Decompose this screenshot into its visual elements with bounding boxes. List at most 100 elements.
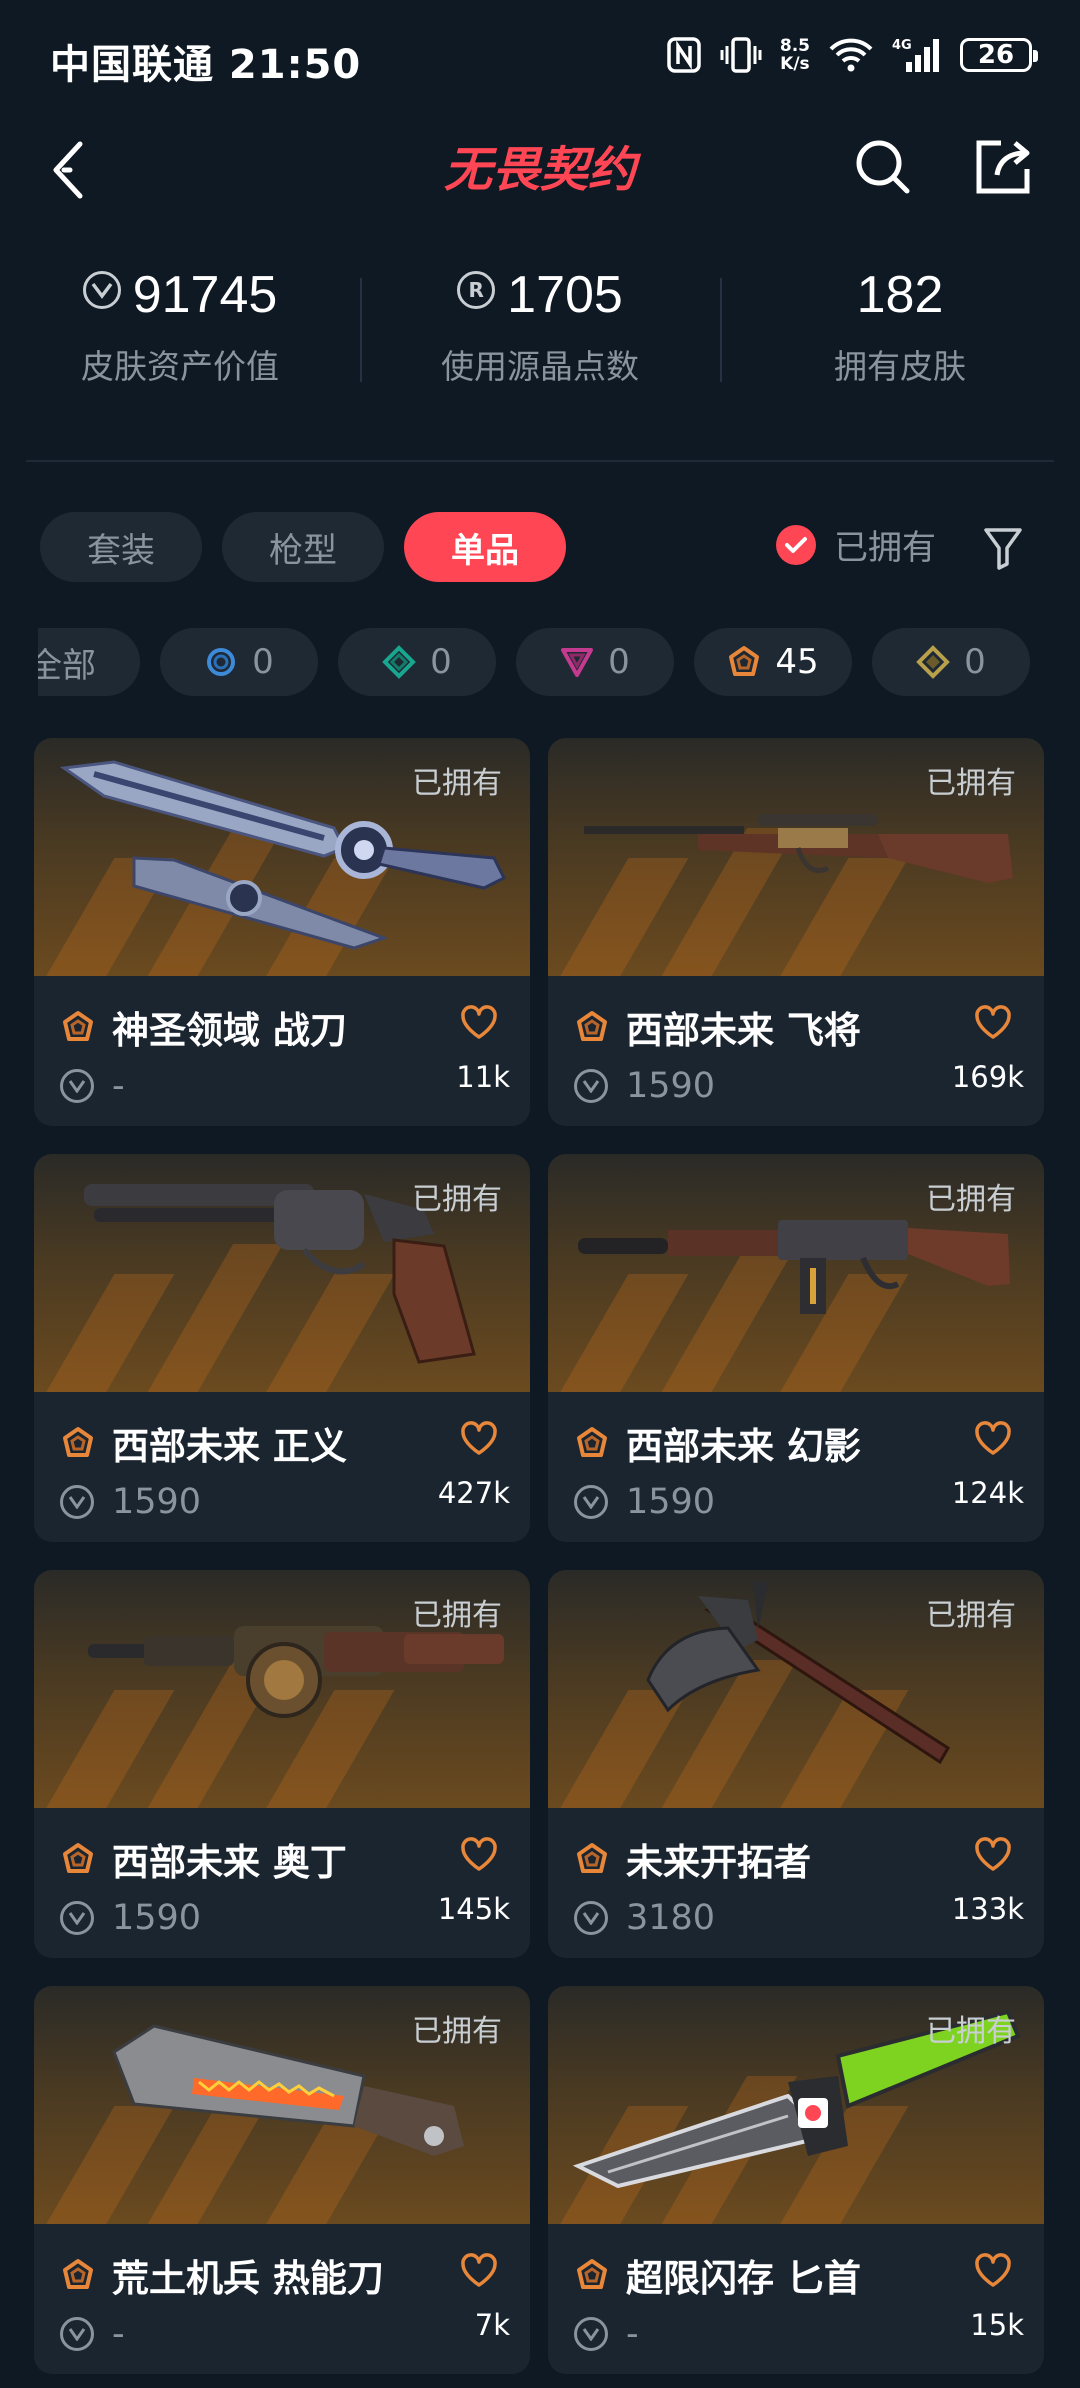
owned-tag: 已拥有: [926, 766, 1016, 801]
heart-icon: [461, 1005, 497, 1039]
deluxe-tier-icon: [382, 645, 417, 679]
stats-panel: 91745 皮肤资产价值 R 1705 使用源晶点数 182 拥有皮肤: [0, 260, 1080, 410]
stat-radianite-points: R 1705 使用源晶点数: [360, 260, 720, 410]
exclusive-tier-icon: [60, 1425, 96, 1461]
svg-text:4G: 4G: [892, 38, 912, 53]
like-count: 133k: [951, 1892, 1024, 1926]
skin-grid: 已拥有 神圣领域 战刀 - 11k 已拥有 西部未来 飞将 1590 169k …: [34, 738, 1046, 2374]
app-logo: 无畏契约: [420, 134, 660, 204]
chip-exclusive-edition[interactable]: 45: [694, 628, 852, 696]
skin-card[interactable]: 已拥有 西部未来 奥丁 1590 145k: [34, 1570, 530, 1958]
chevron-left-icon: [53, 141, 83, 199]
like-count: 169k: [951, 1060, 1024, 1094]
stat-value: 182: [856, 266, 944, 324]
skin-card[interactable]: 已拥有 神圣领域 战刀 - 11k: [34, 738, 530, 1126]
exclusive-tier-icon: [574, 1009, 610, 1045]
funnel-icon: [984, 528, 1022, 570]
tab-single-items[interactable]: 单品: [404, 512, 566, 582]
like-count: 145k: [437, 1892, 510, 1926]
skin-title: 西部未来 幻影: [626, 1425, 861, 1468]
skin-card[interactable]: 已拥有 未来开拓者 3180 133k: [548, 1570, 1044, 1958]
favorite-button[interactable]: [458, 1002, 500, 1042]
header: 无畏契约: [0, 120, 1080, 240]
vp-coin-icon: [574, 2317, 608, 2351]
skin-card[interactable]: 已拥有 西部未来 幻影 1590 124k: [548, 1154, 1044, 1542]
tab-weapon-type[interactable]: 枪型: [222, 512, 384, 582]
signal-icon: 4G: [892, 36, 942, 74]
chip-all[interactable]: 全部: [38, 628, 140, 696]
skin-price: 1590: [112, 1482, 202, 1522]
vp-coin-icon: [574, 1485, 608, 1519]
vibrate-icon: [720, 36, 762, 74]
skin-card[interactable]: 已拥有 西部未来 正义 1590 427k: [34, 1154, 530, 1542]
battery-icon: 26: [960, 38, 1038, 72]
favorite-button[interactable]: [458, 1418, 500, 1458]
owned-filter-toggle[interactable]: 已拥有: [776, 520, 936, 569]
vp-coin-icon: [60, 1901, 94, 1935]
premium-tier-icon: [560, 645, 594, 679]
skin-price: 3180: [626, 1898, 716, 1938]
skin-title: 西部未来 奥丁: [112, 1841, 347, 1884]
skin-price: -: [112, 2314, 125, 2354]
favorite-button[interactable]: [972, 1834, 1014, 1874]
exclusive-tier-icon: [574, 1425, 610, 1461]
like-count: 7k: [474, 2308, 510, 2342]
heart-icon: [461, 1837, 497, 1871]
chip-select-edition[interactable]: 0: [160, 628, 318, 696]
skin-price: 1590: [626, 1066, 716, 1106]
status-bar: 中国联通 21:50 8.5 K/s 4G 26: [0, 0, 1080, 120]
exclusive-tier-icon: [60, 1009, 96, 1045]
tab-bundles[interactable]: 套装: [40, 512, 202, 582]
vp-coin-icon: [60, 1069, 94, 1103]
category-tabs: 套装 枪型 单品: [40, 512, 566, 582]
vp-coin-icon: [574, 1901, 608, 1935]
skin-card[interactable]: 已拥有 荒土机兵 热能刀 - 7k: [34, 1986, 530, 2374]
exclusive-tier-icon: [574, 2257, 610, 2293]
chip-count: 0: [964, 642, 986, 682]
owned-tag: 已拥有: [412, 1182, 502, 1217]
battery-level: 26: [977, 40, 1015, 70]
vp-coin-icon: [60, 1485, 94, 1519]
heart-icon: [975, 1005, 1011, 1039]
heart-icon: [461, 1421, 497, 1455]
search-icon: [856, 140, 910, 194]
search-button[interactable]: [850, 132, 916, 202]
owned-tag: 已拥有: [412, 766, 502, 801]
heart-icon: [975, 2253, 1011, 2287]
heart-icon: [975, 1837, 1011, 1871]
filter-button[interactable]: [980, 520, 1026, 576]
vp-coin-icon: [60, 2317, 94, 2351]
svg-text:无畏契约: 无畏契约: [444, 142, 642, 198]
rarity-filter-chips: 全部 0 0 0 45 0: [38, 628, 1038, 698]
chip-count: 0: [252, 642, 274, 682]
favorite-button[interactable]: [972, 2250, 1014, 2290]
stat-owned-skins: 182 拥有皮肤: [720, 260, 1080, 410]
like-count: 124k: [951, 1476, 1024, 1510]
skin-price: 1590: [626, 1482, 716, 1522]
stat-value: 1705: [507, 266, 623, 324]
favorite-button[interactable]: [972, 1418, 1014, 1458]
favorite-button[interactable]: [972, 1002, 1014, 1042]
radianite-icon: R: [457, 271, 496, 309]
stat-asset-value: 91745 皮肤资产价值: [0, 260, 360, 410]
favorite-button[interactable]: [458, 2250, 500, 2290]
share-button[interactable]: [968, 132, 1034, 202]
like-count: 427k: [437, 1476, 510, 1510]
like-count: 11k: [456, 1060, 510, 1094]
skin-title: 超限闪存 匕首: [626, 2257, 861, 2300]
back-button[interactable]: [40, 130, 100, 210]
chip-count: 0: [608, 642, 630, 682]
skin-card[interactable]: 已拥有 超限闪存 匕首 - 15k: [548, 1986, 1044, 2374]
vp-coin-icon: [82, 271, 121, 309]
like-count: 15k: [970, 2308, 1024, 2342]
chip-premium-edition[interactable]: 0: [516, 628, 674, 696]
skin-card[interactable]: 已拥有 西部未来 飞将 1590 169k: [548, 738, 1044, 1126]
chip-deluxe-edition[interactable]: 0: [338, 628, 496, 696]
check-icon: [776, 524, 816, 565]
chip-ultra-edition[interactable]: 0: [872, 628, 1030, 696]
status-icons: 8.5 K/s 4G 26: [666, 36, 1038, 74]
vp-coin-icon: [574, 1069, 608, 1103]
ultra-tier-icon: [916, 645, 951, 679]
stat-label: 使用源晶点数: [441, 347, 639, 386]
favorite-button[interactable]: [458, 1834, 500, 1874]
